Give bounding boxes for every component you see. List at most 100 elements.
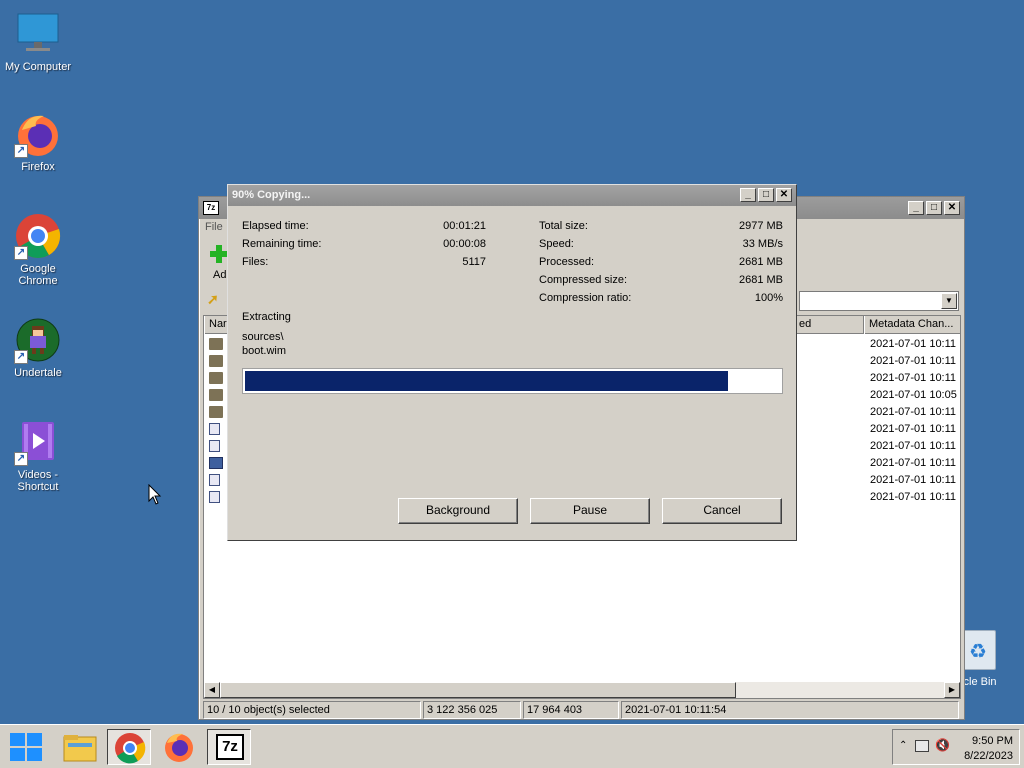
processed-value: 2681 MB (738, 256, 783, 268)
desktop-icon-undertale[interactable]: ↗ Undertale (0, 316, 76, 379)
7zip-app-icon: 7z (203, 201, 219, 215)
folder-icon (209, 372, 223, 384)
pause-button[interactable]: Pause (530, 498, 650, 524)
chevron-down-icon[interactable]: ▼ (941, 293, 957, 309)
chevron-up-icon[interactable]: ⌃ (899, 740, 907, 751)
taskbar-7zip[interactable]: 7z (207, 729, 251, 765)
archive-file-icon (209, 457, 223, 469)
total-size-value: 2977 MB (738, 220, 783, 232)
processed-label: Processed: (539, 256, 595, 268)
folder-icon (63, 735, 97, 762)
volume-muted-icon[interactable]: 🔇 (935, 738, 950, 752)
clock-time: 9:50 PM (972, 735, 1013, 747)
desktop-icon-label: My Computer (4, 61, 72, 73)
status-size: 3 122 356 025 (423, 701, 521, 719)
desktop-icon-label: Firefox (21, 161, 55, 173)
column-header-metadata-changed[interactable]: Metadata Chan... (864, 316, 960, 334)
system-tray: ⌃ 🔇 9:50 PM 8/22/2023 (892, 729, 1020, 765)
taskbar-file-explorer[interactable] (58, 729, 102, 765)
status-bar: 10 / 10 object(s) selected 3 122 356 025… (201, 701, 961, 719)
chrome-icon: ↗ (14, 212, 62, 260)
desktop-icon-label: ycle Bin (958, 676, 997, 688)
file-icon (209, 491, 220, 503)
scroll-left-arrow-icon[interactable]: ◀ (204, 682, 220, 698)
video-folder-icon: ↗ (14, 418, 62, 466)
speed-label: Speed: (539, 238, 574, 250)
cancel-button[interactable]: Cancel (662, 498, 782, 524)
background-button[interactable]: Background (398, 498, 518, 524)
taskbar-firefox[interactable] (157, 729, 201, 765)
desktop-icon-recycle-bin[interactable]: ycle Bin (958, 630, 1024, 688)
shortcut-arrow-icon: ↗ (14, 144, 28, 158)
row-metadata-changed: 2021-07-01 10:05 (870, 389, 957, 401)
operation-label: Extracting (242, 311, 291, 323)
desktop-icon-google-chrome[interactable]: ↗ Google Chrome (0, 212, 76, 287)
windows-logo-icon (10, 733, 42, 761)
address-input[interactable]: ▼ (799, 291, 959, 311)
compression-ratio-value: 100% (754, 292, 783, 304)
status-selected: 10 / 10 object(s) selected (203, 701, 421, 719)
firefox-icon (165, 733, 193, 762)
row-metadata-changed: 2021-07-01 10:11 (870, 355, 957, 367)
clock[interactable]: 9:50 PM 8/22/2023 (964, 734, 1013, 764)
menu-file[interactable]: File (205, 221, 223, 233)
shortcut-arrow-icon: ↗ (14, 452, 28, 466)
taskbar: 7z ⌃ 🔇 9:50 PM 8/22/2023 (0, 724, 1024, 768)
desktop-icon-label: Undertale (14, 367, 62, 379)
total-size-label: Total size: (539, 220, 588, 232)
row-metadata-changed: 2021-07-01 10:11 (870, 457, 957, 469)
file-icon (209, 423, 220, 435)
row-metadata-changed: 2021-07-01 10:11 (870, 372, 957, 384)
minimize-button[interactable]: _ (908, 201, 924, 215)
dialog-window-controls: _ □ ✕ (740, 188, 792, 202)
current-path: sources\ (242, 331, 284, 343)
desktop-icon-videos-shortcut[interactable]: ↗ Videos - Shortcut (0, 418, 76, 493)
scrollbar-thumb[interactable] (220, 682, 736, 698)
start-button[interactable] (4, 729, 48, 765)
status-packed-size: 17 964 403 (523, 701, 619, 719)
maximize-button[interactable]: □ (758, 188, 774, 202)
recycle-bin-icon (962, 630, 996, 670)
progress-dialog: 90% Copying... _ □ ✕ Elapsed time: 00:01… (227, 184, 797, 541)
shortcut-arrow-icon: ↗ (14, 246, 28, 260)
close-button[interactable]: ✕ (944, 201, 960, 215)
folder-icon (209, 355, 223, 367)
column-header-modified[interactable]: ed (794, 316, 864, 334)
scroll-right-arrow-icon[interactable]: ▶ (944, 682, 960, 698)
speed-value: 33 MB/s (742, 238, 783, 250)
maximize-button[interactable]: □ (926, 201, 942, 215)
current-file: boot.wim (242, 345, 287, 357)
files-label: Files: (242, 256, 269, 268)
progress-bar-fill (245, 371, 729, 391)
desktop-icon-firefox[interactable]: ↗ Firefox (0, 110, 76, 173)
clock-date: 8/22/2023 (964, 750, 1013, 762)
status-modified: 2021-07-01 10:11:54 (621, 701, 959, 719)
add-icon[interactable] (209, 243, 229, 265)
mouse-cursor-icon (148, 484, 162, 505)
row-metadata-changed: 2021-07-01 10:11 (870, 474, 957, 486)
compressed-size-label: Compressed size: (539, 274, 628, 286)
up-folder-icon[interactable]: ➚ (207, 291, 223, 309)
minimize-button[interactable]: _ (740, 188, 756, 202)
compressed-size-value: 2681 MB (738, 274, 783, 286)
desktop-icon-label: Google Chrome (18, 263, 58, 287)
elapsed-time-value: 00:01:21 (443, 220, 486, 232)
progress-bar (242, 368, 783, 394)
folder-icon (209, 389, 223, 401)
firefox-icon: ↗ (14, 110, 62, 158)
files-value: 5117 (462, 256, 486, 268)
desktop-icon-my-computer[interactable]: My Computer (0, 10, 76, 73)
row-metadata-changed: 2021-07-01 10:11 (870, 440, 957, 452)
taskbar-chrome[interactable] (107, 729, 151, 765)
elapsed-time-label: Elapsed time: (242, 220, 309, 232)
undertale-icon: ↗ (14, 316, 62, 364)
file-icon (209, 440, 220, 452)
network-icon[interactable] (915, 740, 929, 752)
window-controls: _ □ ✕ (908, 201, 960, 215)
dialog-title: 90% Copying... (228, 185, 796, 206)
chrome-icon (115, 733, 146, 764)
row-metadata-changed: 2021-07-01 10:11 (870, 338, 957, 350)
horizontal-scrollbar[interactable]: ◀ ▶ (204, 682, 960, 698)
close-button[interactable]: ✕ (776, 188, 792, 202)
shortcut-arrow-icon: ↗ (14, 350, 28, 364)
